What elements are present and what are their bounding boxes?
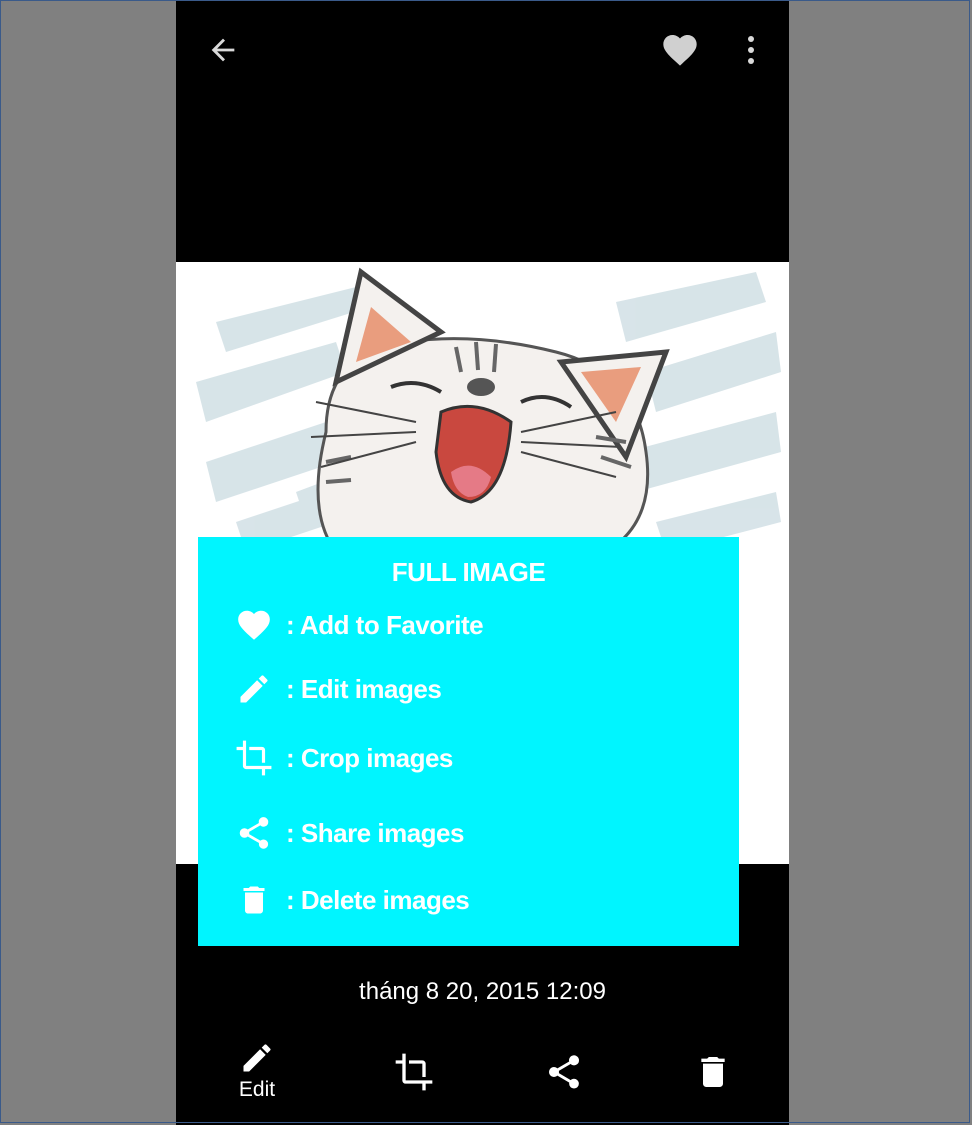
tutorial-overlay: FULL IMAGE : Add to Favorite : Edit imag… bbox=[198, 537, 739, 946]
overlay-item-label: : Delete images bbox=[286, 884, 470, 915]
overlay-item-delete: : Delete images bbox=[232, 880, 470, 920]
overlay-item-label: : Crop images bbox=[286, 742, 453, 773]
delete-button[interactable] bbox=[668, 1052, 758, 1125]
crop-icon bbox=[395, 1053, 433, 1091]
more-options-button[interactable] bbox=[736, 28, 766, 72]
edit-button[interactable]: Edit bbox=[212, 1040, 302, 1120]
share-button[interactable] bbox=[519, 1052, 609, 1125]
share-icon bbox=[548, 1055, 580, 1089]
overlay-item-share: : Share images bbox=[232, 813, 464, 853]
trash-icon bbox=[232, 880, 276, 920]
arrow-left-icon bbox=[211, 38, 235, 62]
crop-icon bbox=[232, 738, 276, 778]
overlay-title: FULL IMAGE bbox=[391, 557, 546, 587]
overlay-item-favorite: : Add to Favorite bbox=[232, 605, 484, 645]
edit-label: Edit bbox=[238, 1078, 276, 1101]
more-vert-icon bbox=[748, 36, 754, 64]
overlay-item-label: : Edit images bbox=[286, 673, 442, 704]
trash-icon bbox=[701, 1057, 725, 1087]
pencil-icon bbox=[243, 1044, 271, 1072]
share-icon bbox=[232, 813, 276, 853]
crop-button[interactable] bbox=[369, 1052, 459, 1125]
overlay-item-edit: : Edit images bbox=[232, 669, 442, 709]
overlay-item-crop: : Crop images bbox=[232, 738, 453, 778]
overlay-item-label: : Add to Favorite bbox=[286, 609, 484, 640]
bottom-action-bar: Edit bbox=[176, 1040, 789, 1125]
top-app-bar bbox=[176, 0, 789, 100]
heart-icon bbox=[663, 35, 697, 66]
pencil-icon bbox=[232, 669, 276, 709]
heart-icon bbox=[232, 605, 276, 645]
favorite-button[interactable] bbox=[656, 28, 704, 72]
back-button[interactable] bbox=[200, 28, 246, 72]
overlay-item-label: : Share images bbox=[286, 817, 464, 848]
photo-timestamp: tháng 8 20, 2015 12:09 bbox=[359, 978, 606, 1005]
